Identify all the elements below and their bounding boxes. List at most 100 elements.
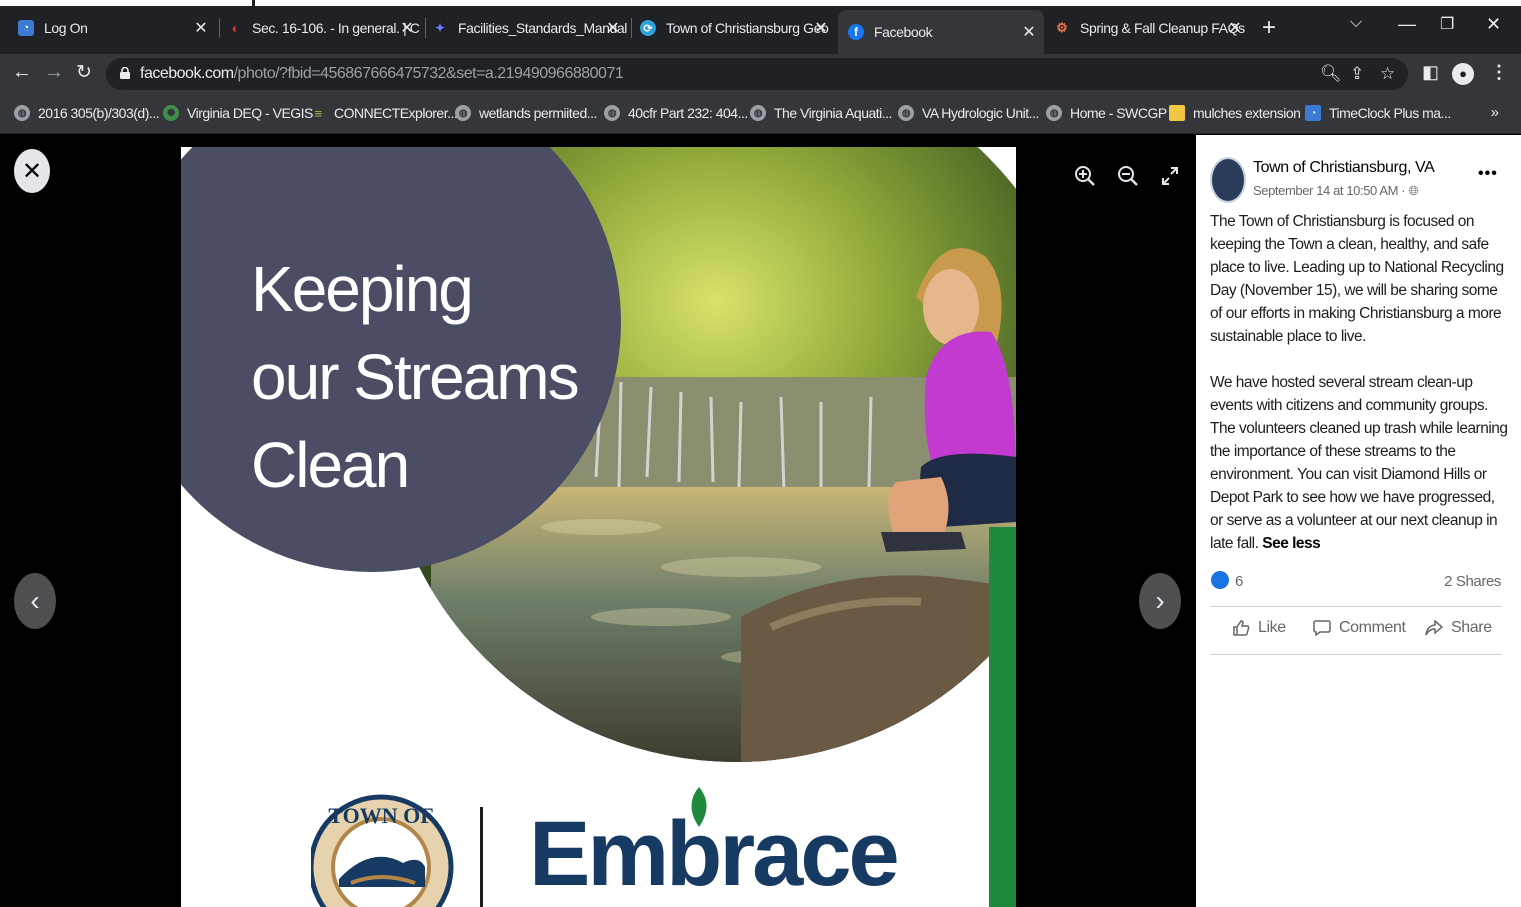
minimize-icon[interactable]: — [1398,14,1416,35]
profile-avatar-icon[interactable]: ● [1452,63,1474,85]
tab-christiansburg-geo[interactable]: ⟳ Town of Christiansburg Geo ✕ [640,10,836,46]
connect-explorer-icon: ≡ [314,105,322,121]
close-tab-icon[interactable]: ✕ [1226,18,1244,38]
browser-tab-strip: ◔ Log On ✕ ◖ Sec. 16-106. - In general. … [0,0,1521,54]
bookmark-item[interactable]: ≡ CONNECTExplorer... [310,105,457,121]
thumbs-up-icon [1233,620,1250,636]
deq-icon: ✺ [163,105,179,121]
bookmark-item[interactable]: ◍ 2016 305(b)/303(d)... [14,105,160,121]
close-tab-icon[interactable]: ✕ [192,18,210,38]
tab-municode[interactable]: ◖ Sec. 16-106. - In general. | C ✕ [226,10,422,46]
embrace-wordmark: Embrace [529,803,900,905]
post-timestamp[interactable]: September 14 at 10:50 AM · 🌐︎ [1253,183,1419,199]
bookmark-item[interactable]: ✺ Virginia DEQ - VEGIS [163,105,313,121]
tab-log-on[interactable]: ◔ Log On ✕ [18,10,216,46]
zoom-in-icon[interactable] [1074,165,1096,187]
globe-icon: ◍ [750,105,766,121]
headline-line: Keeping [251,253,474,325]
svg-text:TOWN OF: TOWN OF [328,803,433,828]
post-photo[interactable]: Keeping our Streams Clean TOWN OF Embrac… [181,147,1016,907]
public-globe-icon: 🌐︎ [1408,183,1419,198]
globe-icon: ◍ [898,105,914,121]
zoom-out-icon[interactable] [1117,165,1139,187]
close-tab-icon[interactable]: ✕ [398,18,416,38]
browser-toolbar: ← → ↻ facebook.com/photo/?fbid=456867666… [0,54,1521,94]
next-photo-button[interactable]: › [1139,573,1181,629]
headline-line: our Streams [251,341,580,413]
divider [1210,606,1502,607]
reaction-count[interactable]: 6 [1235,573,1243,590]
timeclock-icon: ◔ [1305,105,1321,121]
shares-count[interactable]: 2 Shares [1444,573,1501,590]
like-button[interactable]: Like [1232,619,1286,637]
see-less-link[interactable]: See less [1262,535,1321,552]
share-page-icon[interactable]: ⇪ [1350,64,1364,84]
forward-arrow-icon[interactable]: → [44,61,64,84]
browser-menu-icon[interactable]: ⋮ [1490,62,1508,83]
photo-viewer: Keeping our Streams Clean TOWN OF Embrac… [0,135,1196,907]
share-arrow-icon [1425,619,1443,636]
globe-icon: ◍ [14,105,30,121]
post-info-panel: Town of Christiansburg, VA September 14 … [1196,135,1521,907]
facebook-icon: f [848,24,864,40]
timeclock-icon: ◔ [18,20,34,36]
bookmark-folder[interactable]: mulches extension [1169,105,1301,121]
more-bookmarks-icon[interactable]: » [1491,104,1499,121]
document-icon: ✦ [434,21,446,35]
leaf-icon [691,787,707,827]
globe-icon: ◍ [1046,105,1062,121]
tab-facebook[interactable]: f Facebook ✕ [838,10,1044,54]
tab-cleanup-faqs[interactable]: ⚙ Spring & Fall Cleanup FAQs ✕ [1054,10,1250,46]
tab-label: Facebook [874,24,933,40]
bookmark-item[interactable]: ◍ VA Hydrologic Unit... [898,105,1039,121]
previous-photo-button[interactable]: ‹ [14,573,56,629]
tab-label: Sec. 16-106. - In general. | C [252,20,420,36]
tab-label: Spring & Fall Cleanup FAQs [1080,20,1245,36]
window-close-icon[interactable]: ✕ [1486,14,1501,35]
post-paragraph-1: The Town of Christiansburg is focused on… [1210,213,1504,345]
comment-button[interactable]: Comment [1313,619,1406,637]
divider [1210,654,1502,655]
close-tab-icon[interactable]: ✕ [604,18,622,38]
bookmark-star-icon[interactable]: ☆ [1380,64,1395,84]
globe-icon: ◍ [455,105,471,121]
fullscreen-icon[interactable] [1161,165,1179,187]
zoom-icon[interactable]: 🔍︎ [1320,64,1342,84]
bookmarks-bar: ◍ 2016 305(b)/303(d)... ✺ Virginia DEQ - V… [0,94,1521,134]
page-avatar[interactable] [1210,157,1246,203]
folder-icon [1169,105,1185,121]
bookmark-item[interactable]: ◍ wetlands permiited... [455,105,597,121]
page-name-link[interactable]: Town of Christiansburg, VA [1253,159,1435,177]
tab-label: Town of Christiansburg Geo [666,20,829,36]
side-panel-icon[interactable]: ◧ [1422,62,1439,83]
photo-headline: Keeping our Streams Clean [251,245,580,509]
geo-icon: ⟳ [640,20,656,36]
reload-icon[interactable]: ↻ [76,61,92,84]
headline-line: Clean [251,429,410,501]
close-tab-icon[interactable]: ✕ [812,18,830,38]
new-tab-icon[interactable]: + [1262,14,1276,42]
more-options-icon[interactable]: ••• [1478,165,1498,183]
tab-search-icon[interactable]: ⌵ [1350,14,1362,32]
cleanup-icon: ⚙ [1056,20,1068,35]
lock-icon[interactable] [120,67,130,79]
town-seal-logo: TOWN OF [311,794,454,907]
tab-label: Log On [44,20,88,36]
municode-icon: ◖ [229,20,239,36]
close-viewer-button[interactable]: ✕ [14,149,50,193]
bookmark-item[interactable]: ◍ 40cfr Part 232: 404... [604,105,748,121]
post-paragraph-2: We have hosted several stream clean-up e… [1210,374,1508,552]
close-tab-icon[interactable]: ✕ [1020,22,1038,42]
bookmark-item[interactable]: ◍ The Virginia Aquati... [750,105,892,121]
comment-icon [1313,620,1331,637]
like-reaction-icon[interactable] [1211,571,1229,589]
tab-facilities-manual[interactable]: ✦ Facilities_Standards_Manual ✕ [432,10,628,46]
tab-label: Facilities_Standards_Manual [458,20,627,36]
url-text[interactable]: facebook.com/photo/?fbid=456867666475732… [140,65,624,83]
address-bar[interactable]: facebook.com/photo/?fbid=456867666475732… [106,58,1408,90]
back-arrow-icon[interactable]: ← [12,61,32,84]
share-button[interactable]: Share [1425,619,1492,637]
bookmark-item[interactable]: ◍ Home - SWCGP [1046,105,1167,121]
restore-icon[interactable]: ❐ [1440,14,1454,34]
bookmark-item[interactable]: ◔ TimeClock Plus ma... [1305,105,1451,121]
